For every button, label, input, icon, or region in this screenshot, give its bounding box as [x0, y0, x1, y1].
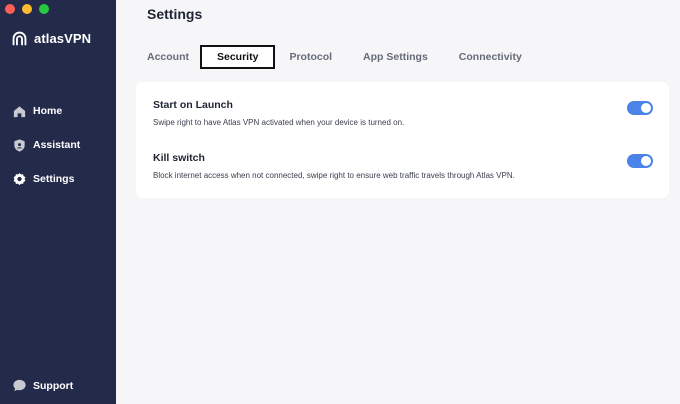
setting-kill-switch: Kill switch Block internet access when n… [153, 152, 653, 180]
sidebar: atlasVPN Home Assistant Settings Support [0, 0, 116, 404]
tab-security[interactable]: Security [200, 45, 276, 69]
sidebar-item-settings[interactable]: Settings [0, 162, 116, 196]
zoom-window-button[interactable] [39, 4, 49, 14]
setting-description: Swipe right to have Atlas VPN activated … [153, 118, 405, 127]
close-window-button[interactable] [5, 4, 15, 14]
setting-title: Start on Launch [153, 99, 233, 111]
tab-protocol[interactable]: Protocol [278, 45, 343, 69]
sidebar-item-label: Settings [33, 173, 75, 185]
gear-icon [12, 172, 27, 187]
minimize-window-button[interactable] [22, 4, 32, 14]
security-settings-card: Start on Launch Swipe right to have Atla… [136, 82, 669, 198]
sidebar-item-assistant[interactable]: Assistant [0, 128, 116, 162]
setting-title: Kill switch [153, 152, 205, 164]
sidebar-item-label: Home [33, 105, 63, 117]
atlas-logo-icon [12, 31, 27, 46]
sidebar-item-home[interactable]: Home [0, 94, 116, 128]
setting-start-on-launch: Start on Launch Swipe right to have Atla… [153, 99, 653, 127]
setting-description: Block internet access when not connected… [153, 171, 515, 180]
toggle-knob [641, 156, 651, 166]
page-title: Settings [147, 6, 203, 22]
toggle-knob [641, 103, 651, 113]
kill-switch-toggle[interactable] [627, 154, 653, 168]
tab-account[interactable]: Account [136, 45, 200, 69]
sidebar-item-support[interactable]: Support [12, 378, 73, 393]
sidebar-nav: Home Assistant Settings [0, 94, 116, 196]
chat-icon [12, 378, 27, 393]
support-label: Support [33, 379, 74, 392]
start-on-launch-toggle[interactable] [627, 101, 653, 115]
home-icon [12, 104, 27, 119]
app-window: atlasVPN Home Assistant Settings Support… [0, 0, 680, 404]
brand: atlasVPN [11, 30, 91, 47]
window-controls [5, 4, 49, 14]
settings-tabs: Account Security Protocol App Settings C… [136, 45, 533, 69]
tab-app-settings[interactable]: App Settings [352, 45, 439, 69]
sidebar-item-label: Assistant [33, 139, 81, 151]
main-content: Settings Account Security Protocol App S… [116, 0, 680, 404]
tab-connectivity[interactable]: Connectivity [448, 45, 533, 69]
brand-name: atlasVPN [34, 31, 92, 46]
shield-icon [12, 138, 27, 153]
